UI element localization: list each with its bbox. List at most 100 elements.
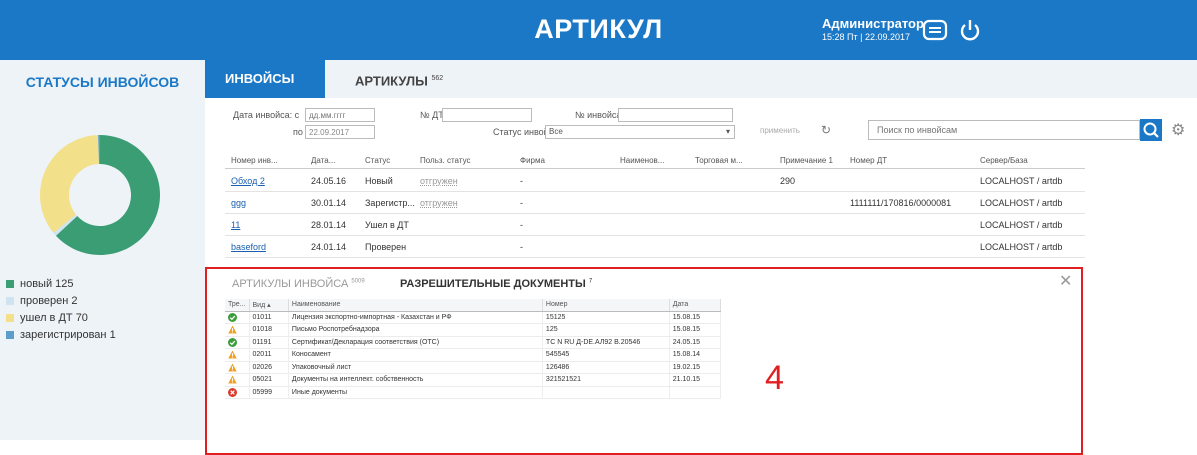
doc-name: Коносамент (288, 348, 543, 362)
error-icon (228, 387, 237, 397)
user-status[interactable]: отгружен (420, 176, 458, 186)
document-row[interactable]: 05999 Иные документы (225, 386, 722, 399)
user-info: Администратор 15:28 Пт | 22.09.2017 (822, 16, 924, 42)
legend-count: 2 (71, 294, 78, 307)
col-kind[interactable]: Вид ▴ (249, 299, 289, 312)
table-row[interactable]: Обход 2 24.05.16 Новый отгружен - 290 LOCALHOS… (225, 170, 1085, 192)
doc-code: 05021 (249, 373, 289, 387)
doc-state (225, 323, 250, 337)
refresh-icon[interactable]: ↻ (821, 123, 831, 137)
firm: - (520, 198, 523, 208)
legend-count: 1 (109, 328, 116, 341)
search-input[interactable] (868, 120, 1140, 140)
col-date[interactable]: Дата... (311, 156, 335, 165)
legend-item[interactable]: проверен 2 (6, 292, 116, 309)
doc-date: 19.02.15 (669, 361, 722, 374)
apply-button[interactable]: применить (760, 126, 800, 135)
col-firm[interactable]: Фирма (520, 156, 545, 165)
invoice-date: 24.01.14 (311, 242, 347, 252)
invoice-number-link[interactable]: 11 (231, 220, 240, 230)
dt-number-input[interactable] (442, 108, 532, 122)
col-note[interactable]: Примечание 1 (780, 156, 833, 165)
invoice-status: Новый (365, 176, 393, 186)
warning-icon (228, 325, 237, 334)
legend-label: зарегистрирован (20, 328, 107, 341)
col-doc-name[interactable]: Наименование (288, 299, 543, 312)
doc-state (225, 336, 250, 349)
col-doc-date[interactable]: Дата (669, 299, 722, 312)
legend-swatch (6, 296, 14, 305)
document-row[interactable]: 01018 Письмо Роспотребнадзора 125 15.08.15 (225, 323, 722, 337)
table-row[interactable]: ggg 30.01.14 Зарегистр... отгружен - 1111111/… (225, 192, 1085, 214)
dt-number-label: № ДТ (420, 110, 444, 120)
legend-count: 70 (75, 311, 88, 324)
doc-code: 01018 (249, 323, 289, 337)
document-row[interactable]: 01191 Сертификат/Декларация соответствия … (225, 336, 722, 349)
doc-code: 02011 (249, 348, 289, 362)
col-server[interactable]: Сервер/База (980, 156, 1028, 165)
warning-icon (228, 363, 237, 372)
close-icon[interactable]: ✕ (1059, 271, 1072, 291)
col-doc-number[interactable]: Номер (542, 299, 670, 312)
tab-invoices[interactable]: ИНВОЙСЫ 198 (205, 60, 325, 120)
date-to-label: по (293, 127, 303, 137)
tab-articles[interactable]: АРТИКУЛЫ 562 (335, 60, 463, 98)
tab-permit-documents[interactable]: РАЗРЕШИТЕЛЬНЫЕ ДОКУМЕНТЫ 7 (400, 278, 592, 290)
invoice-table-header: Номер инв... Дата... Статус Польз. стату… (225, 153, 1085, 169)
keyboard-icon[interactable] (922, 18, 948, 42)
invoice-date: 28.01.14 (311, 220, 347, 230)
col-name[interactable]: Наименов... (620, 156, 664, 165)
doc-code: 01191 (249, 336, 289, 349)
document-row[interactable]: 05021 Документы на интеллект. собственнос… (225, 373, 722, 387)
doc-date: 15.08.14 (669, 348, 722, 362)
legend-item[interactable]: новый 125 (6, 275, 116, 292)
doc-date: 15.08.15 (669, 323, 722, 337)
document-row[interactable]: 02011 Коносамент 545545 15.08.14 (225, 348, 722, 362)
app-header: АРТИКУЛ Администратор 15:28 Пт | 22.09.2… (0, 0, 1197, 60)
invoice-date: 24.05.16 (311, 176, 347, 186)
date-to-input[interactable] (305, 125, 375, 139)
invoice-status: Проверен (365, 242, 407, 252)
donut-slice-2[interactable] (40, 135, 100, 233)
doc-date: 15.08.15 (669, 311, 722, 324)
legend-item[interactable]: зарегистрирован 1 (6, 326, 116, 343)
document-row[interactable]: 02026 Упаковочный лист 126486 19.02.15 (225, 361, 722, 374)
legend-label: проверен (20, 294, 69, 307)
col-trademark[interactable]: Торговая м... (695, 156, 743, 165)
col-req[interactable]: Тре... (225, 299, 250, 312)
table-row[interactable]: 11 28.01.14 Ушел в ДТ - LOCALHOST / artdb (225, 214, 1085, 236)
date-from-input[interactable] (305, 108, 375, 122)
legend-swatch (6, 330, 14, 339)
doc-name: Лицензия экспортно-импортная - Казахстан… (288, 311, 543, 324)
doc-state (225, 348, 250, 362)
col-status[interactable]: Статус (365, 156, 390, 165)
col-dt-number[interactable]: Номер ДТ (850, 156, 887, 165)
invoice-status-select[interactable]: Все ▾ (545, 125, 735, 139)
invoice-number-link[interactable]: ggg (231, 198, 246, 208)
firm: - (520, 176, 523, 186)
col-number[interactable]: Номер инв... (231, 156, 278, 165)
col-user-status[interactable]: Польз. статус (420, 156, 470, 165)
datetime: 15:28 Пт | 22.09.2017 (822, 32, 910, 42)
invoice-number-link[interactable]: baseford (231, 242, 266, 252)
invoice-number-link[interactable]: Обход 2 (231, 176, 265, 186)
user-status[interactable]: отгружен (420, 198, 458, 208)
search-button[interactable] (1140, 119, 1162, 141)
doc-name: Документы на интеллект. собственность (288, 373, 543, 387)
doc-code: 01011 (249, 311, 289, 324)
invoice-status: Зарегистр... (365, 198, 415, 208)
document-row[interactable]: 01011 Лицензия экспортно-импортная - Каза… (225, 311, 722, 324)
power-icon[interactable] (957, 18, 983, 42)
legend-swatch (6, 279, 14, 288)
table-row[interactable]: baseford 24.01.14 Проверен - LOCALHOST / art… (225, 236, 1085, 258)
check-icon (228, 337, 237, 347)
check-icon (228, 312, 237, 322)
doc-number: TC N RU Д-DE.АЛ92 В.20546 (542, 336, 670, 349)
invoice-number-input[interactable] (618, 108, 733, 122)
doc-state (225, 373, 250, 387)
legend-item[interactable]: ушел в ДТ 70 (6, 309, 116, 326)
doc-name: Упаковочный лист (288, 361, 543, 374)
gear-icon[interactable]: ⚙ (1171, 120, 1185, 140)
tab-invoice-articles[interactable]: АРТИКУЛЫ ИНВОЙСА 5009 (232, 278, 365, 290)
dt-number: 1111111/170816/0000081 (850, 198, 952, 208)
